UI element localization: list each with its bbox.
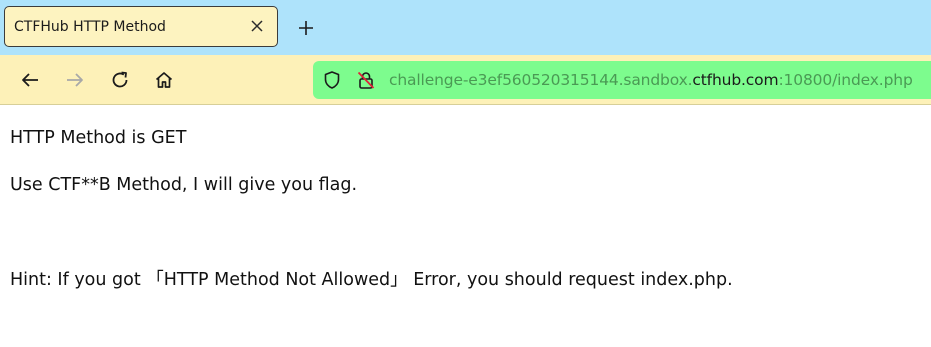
arrow-left-icon[interactable] — [15, 65, 45, 95]
tab-title: CTFHub HTTP Method — [14, 19, 166, 35]
navigation-toolbar: challenge-e3ef560520315144.sandbox.ctfhu… — [0, 55, 931, 105]
url-domain: ctfhub.com — [692, 71, 779, 89]
arrow-right-icon[interactable] — [60, 65, 90, 95]
home-icon[interactable] — [149, 65, 179, 95]
address-bar[interactable]: challenge-e3ef560520315144.sandbox.ctfhu… — [313, 61, 931, 99]
url-subdomain: challenge-e3ef560520315144.sandbox. — [389, 71, 693, 89]
close-icon[interactable] — [245, 14, 269, 38]
url-text[interactable]: challenge-e3ef560520315144.sandbox.ctfhu… — [389, 71, 913, 89]
method-status-text: HTTP Method is GET — [10, 128, 187, 148]
hint-text: Hint: If you got 「HTTP Method Not Allowe… — [10, 270, 733, 290]
shield-icon[interactable] — [321, 69, 343, 91]
url-path: :10800/index.php — [778, 71, 913, 89]
plus-icon[interactable] — [292, 14, 320, 42]
tab-ctfhub-http-method[interactable]: CTFHub HTTP Method — [4, 6, 278, 47]
reload-icon[interactable] — [105, 65, 135, 95]
page-content: HTTP Method is GET Use CTF**B Method, I … — [0, 106, 931, 347]
tab-strip: CTFHub HTTP Method — [0, 0, 931, 55]
lock-insecure-icon[interactable] — [355, 69, 377, 91]
instruction-text: Use CTF**B Method, I will give you flag. — [10, 175, 358, 195]
